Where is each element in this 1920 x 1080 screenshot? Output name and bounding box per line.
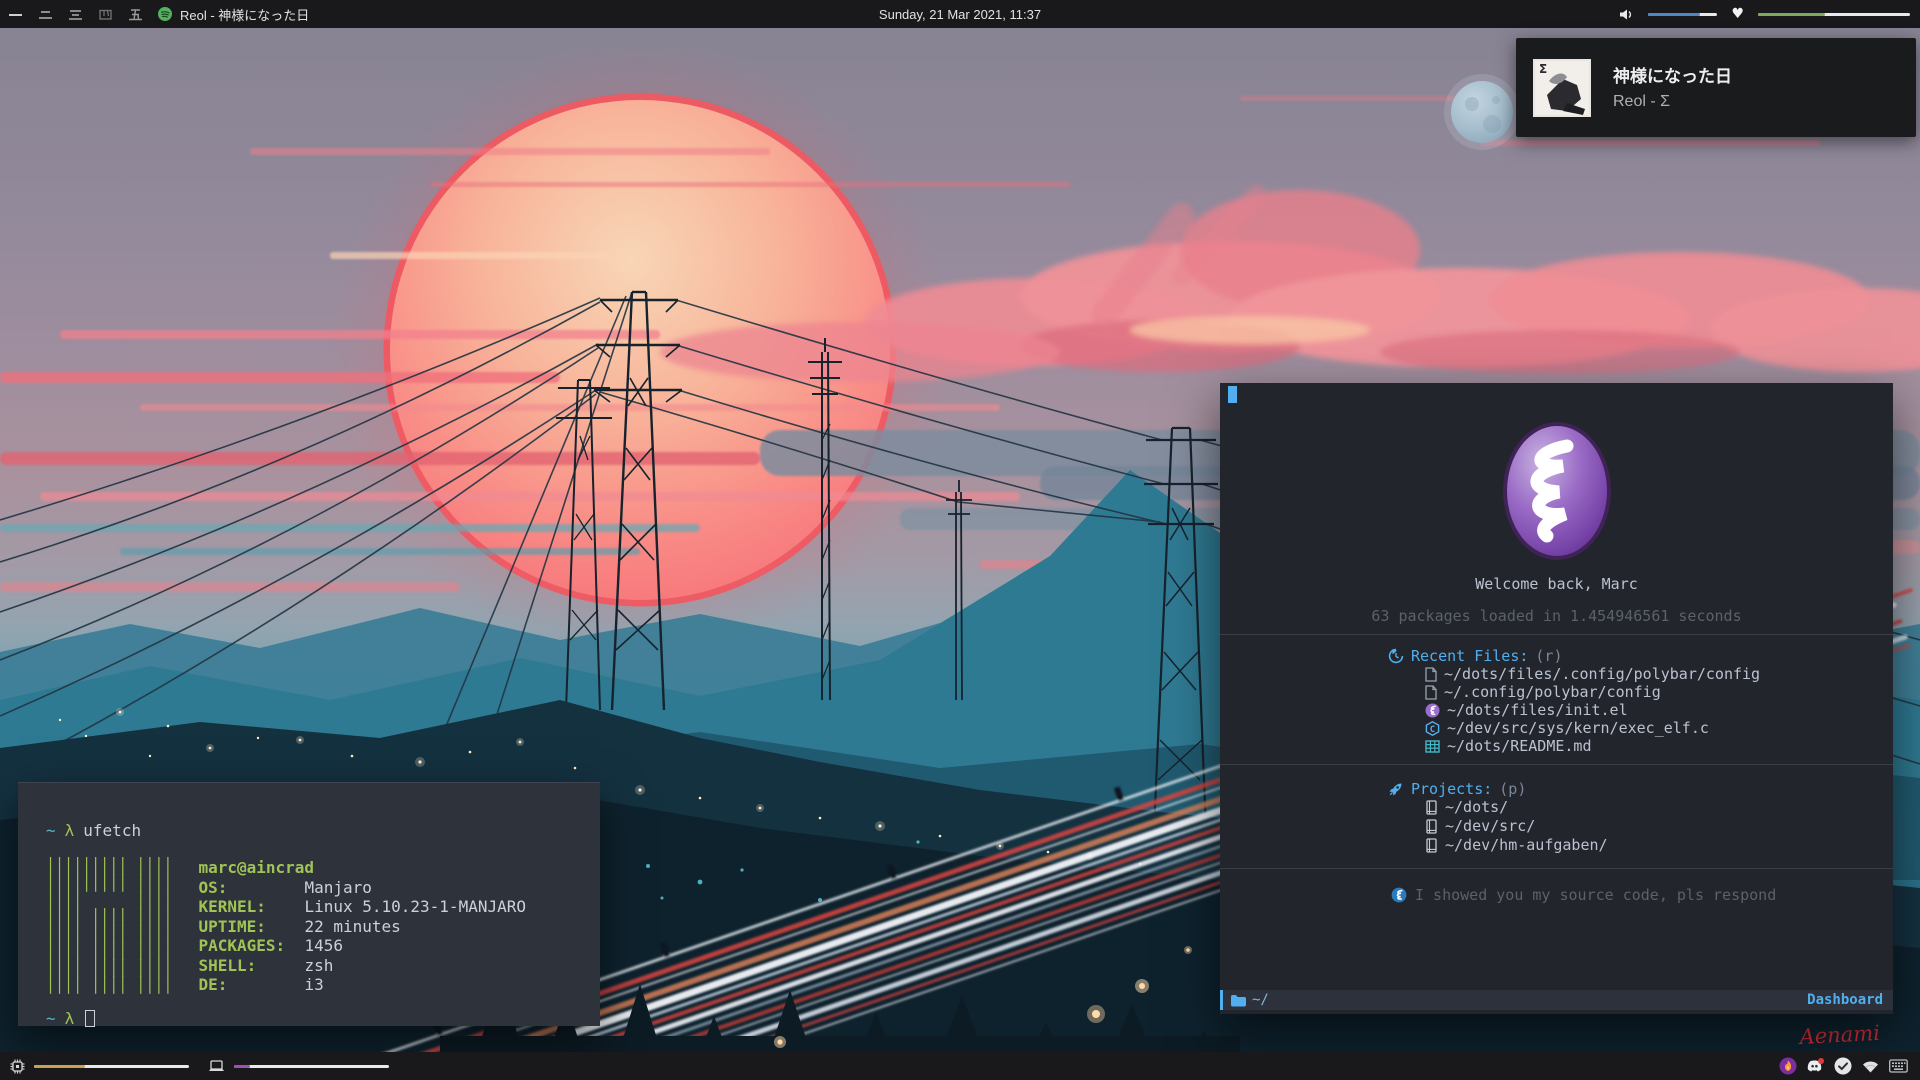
love-slider[interactable] [1758,13,1910,16]
fetch-row: DE:i3 [198,975,526,995]
speaker-icon [1619,8,1634,21]
workspace-4[interactable] [90,0,120,28]
notification-title: 神様になった日 [1613,65,1732,89]
prompt-line-active[interactable]: ~ λ [46,1009,600,1028]
load-info: 63 packages loaded in 1.454946561 second… [1220,607,1893,625]
separator [1220,634,1893,635]
volume-slider[interactable] [1648,13,1717,16]
book-icon [1425,838,1438,853]
cpu-slider[interactable] [34,1065,189,1068]
kanji-four-icon [98,7,113,22]
discord-tray-icon[interactable] [1806,1057,1825,1075]
emacs-badge-icon [1391,887,1407,903]
history-icon [1388,648,1404,664]
top-bar: Reol - 神様になった日 Sunday, 21 Mar 2021, 11:3… [0,0,1920,28]
fetch-row: KERNEL:Linux 5.10.23-1-MANJARO [198,897,526,917]
desktop: Aenami Reol - 神様になった日 Sunday, 21 Mar 202… [0,0,1920,1080]
music-flame-tray-icon[interactable] [1779,1057,1797,1075]
album-art: Σ [1533,59,1591,117]
wifi-tray-icon[interactable] [1861,1059,1880,1074]
prompt-line: ~ λ ufetch [46,821,600,840]
terminal-cursor [85,1010,95,1027]
workspace-5[interactable] [120,0,150,28]
fetch-row: OS:Manjaro [198,878,526,898]
love-fill [1758,13,1825,16]
file-icon [1425,685,1437,700]
updates-check-tray-icon[interactable] [1834,1057,1852,1075]
project-item[interactable]: ~/dev/hm-aufgaben/ [1220,836,1893,855]
recent-files-header: Recent Files: (r) [1220,647,1893,665]
recent-file-item[interactable]: ~/dots/files/.config/polybar/config [1220,665,1893,683]
heart-icon: ♥ [1731,6,1744,22]
kanji-one-icon [8,7,23,22]
user-host: marc@aincrad [198,858,526,878]
sigma-symbol: Σ [1539,62,1547,76]
terminal-window[interactable]: ~ λ ufetch │││││││││ ││││ │││││││││ ││││… [18,782,600,1026]
prompt-symbol: λ [65,821,75,840]
kanji-five-icon [128,7,143,22]
manjaro-ascii-logo: │││││││││ ││││ │││││││││ ││││ ││││ ││││ … [46,858,172,995]
separator [1220,868,1893,869]
fetch-row: PACKAGES:1456 [198,936,526,956]
recent-file-item[interactable]: ~/dots/README.md [1220,737,1893,755]
modeline-buffer: Dashboard [1807,992,1883,1008]
volume-fill [1648,13,1700,16]
backlight-fill [234,1065,250,1068]
music-notification[interactable]: Σ 神様になった日 Reol - Σ [1516,38,1916,137]
workspace-2[interactable] [30,0,60,28]
recent-file-item[interactable]: C ~/dev/src/sys/kern/exec_elf.c [1220,719,1893,737]
artist-signature: Aenami [1797,1021,1880,1049]
emacs-modeline: ~/ Dashboard [1220,990,1893,1010]
book-icon [1425,819,1438,834]
recent-file-item[interactable]: ~/.config/polybar/config [1220,683,1893,701]
project-item[interactable]: ~/dev/src/ [1220,817,1893,836]
fetch-row: UPTIME:22 minutes [198,917,526,937]
fetch-row: SHELL:zsh [198,956,526,976]
laptop-icon [208,1060,225,1073]
project-item[interactable]: ~/dots/ [1220,798,1893,817]
recent-file-item[interactable]: ~/dots/files/init.el [1220,701,1893,719]
kanji-two-icon [38,7,53,22]
file-icon [1425,667,1437,682]
now-playing[interactable]: Reol - 神様になった日 [158,5,309,24]
c-file-icon: C [1425,721,1440,736]
kanji-three-icon [68,7,83,22]
separator [1220,764,1893,765]
markdown-file-icon [1425,740,1440,753]
folder-icon [1230,994,1246,1007]
moon [1444,74,1520,150]
modeline-path: ~/ [1252,992,1269,1008]
rocket-icon [1388,781,1404,797]
spotify-icon [158,7,172,21]
notification-source: Reol - Σ [1613,93,1732,111]
workspace-1[interactable] [0,0,30,28]
modeline-accent [1220,990,1223,1010]
cpu-fill [34,1065,85,1068]
ufetch-output: │││││││││ ││││ │││││││││ ││││ ││││ ││││ … [46,858,600,995]
cpu-icon [10,1059,25,1074]
welcome-message: Welcome back, Marc [1220,575,1893,593]
system-tray [1779,1057,1920,1075]
projects-header: Projects: (p) [1220,780,1893,798]
command-text: ufetch [83,821,141,840]
workspace-3[interactable] [60,0,90,28]
prompt-path: ~ [46,821,56,840]
backlight-slider[interactable] [234,1065,389,1068]
emacs-window[interactable]: Welcome back, Marc 63 packages loaded in… [1220,383,1893,1014]
emacs-cursor [1228,386,1237,403]
svg-text:C: C [1430,724,1435,734]
bottom-bar [0,1052,1920,1080]
book-icon [1425,800,1438,815]
dashboard-footer: I showed you my source code, pls respond [1220,886,1893,904]
emacs-file-icon [1425,703,1440,718]
keyboard-tray-icon[interactable] [1889,1059,1908,1073]
emacs-logo [1501,420,1613,562]
now-playing-label: Reol - 神様になった日 [180,5,309,24]
